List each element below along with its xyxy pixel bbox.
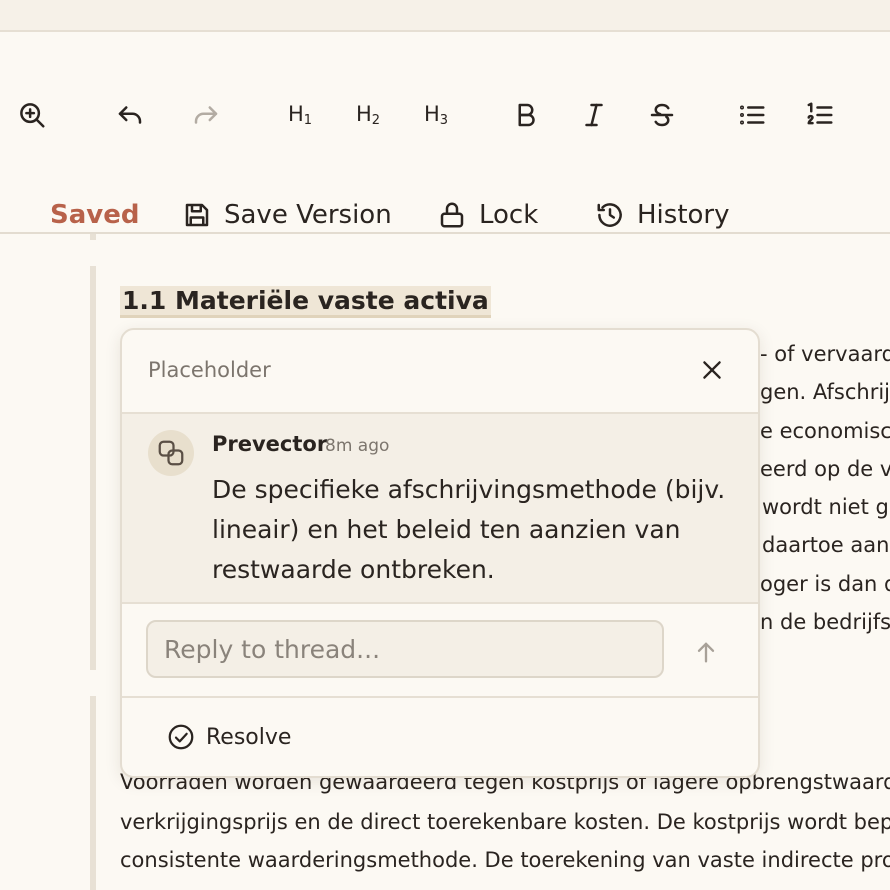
prevector-logo-icon [158,440,184,466]
comment-author: Prevector [212,432,328,456]
save-icon [185,203,209,227]
heading-3-icon: H3 [423,102,449,128]
check-circle-icon [168,724,194,750]
send-reply-button[interactable] [688,634,724,670]
body-text-line: - of vervaardi [760,342,890,366]
resolve-label: Resolve [206,724,292,750]
numbered-list-button[interactable] [802,94,838,136]
heading-3-button[interactable]: H3 [418,94,454,136]
bold-icon [518,103,535,127]
history-button[interactable]: History [595,190,730,240]
avatar [148,430,194,476]
reply-input[interactable] [146,620,664,678]
heading-2-button[interactable]: H2 [350,94,386,136]
comment-placeholder[interactable]: Placeholder [148,358,271,382]
reply-area [122,604,758,698]
heading-2-icon: H2 [355,102,381,128]
close-button[interactable] [696,354,728,386]
editor-toolbar: H1 H2 H3 Saved Save Version Lock History [0,32,890,234]
body-text-line: verkrijgingsprijs en de direct toerekenb… [120,810,890,834]
arrow-up-icon [697,642,715,663]
body-text-line: n de bedrijfs [760,610,890,634]
strikethrough-icon [650,103,674,127]
body-text-line: wordt niet ge [762,495,890,519]
comment-popup-header: Placeholder [122,330,758,414]
body-text-line: daartoe aanw [762,533,890,557]
undo-icon [118,106,142,124]
redo-icon [194,106,218,124]
heading-1-icon: H1 [287,102,313,128]
bullet-list-icon [740,105,765,125]
comment-text: De specifieke afschrijvingsmethode (bijv… [212,475,726,584]
zoom-in-icon [20,103,45,128]
heading-1-button[interactable]: H1 [282,94,318,136]
body-text-line: gen. Afschrijv [760,380,890,404]
section-rule [90,234,96,240]
body-text-line: e economisch [760,419,890,443]
numbered-list-icon [807,102,833,125]
comment-timestamp: 8m ago [325,436,390,456]
section-heading[interactable]: 1.1 Materiële vaste activa [120,286,491,318]
section-rule [90,696,96,890]
bullet-list-button[interactable] [734,94,770,136]
resolve-button[interactable]: Resolve [166,722,291,752]
redo-button[interactable] [188,94,224,136]
lock-icon [440,202,464,228]
italic-icon [585,103,603,127]
section-rule [90,266,96,670]
saved-status: Saved [50,200,140,230]
close-icon [703,361,721,379]
zoom-button[interactable] [14,94,50,136]
strikethrough-button[interactable] [644,94,680,136]
window-top-bar [0,0,890,32]
body-text-line: consistente waarderingsmethode. De toere… [120,848,890,872]
comment-item: Prevector 8m ago De specifieke afschrijv… [122,414,758,604]
bold-button[interactable] [508,94,544,136]
history-icon [597,203,622,227]
undo-button[interactable] [112,94,148,136]
comment-popup: Placeholder Prevector 8m ago De specifie… [120,328,760,778]
save-version-button[interactable]: Save Version [182,190,392,240]
italic-button[interactable] [576,94,612,136]
lock-button[interactable]: Lock [437,190,538,240]
body-text-line: eerd op de ve [760,457,890,481]
body-text-line: oger is dan de [760,572,890,596]
